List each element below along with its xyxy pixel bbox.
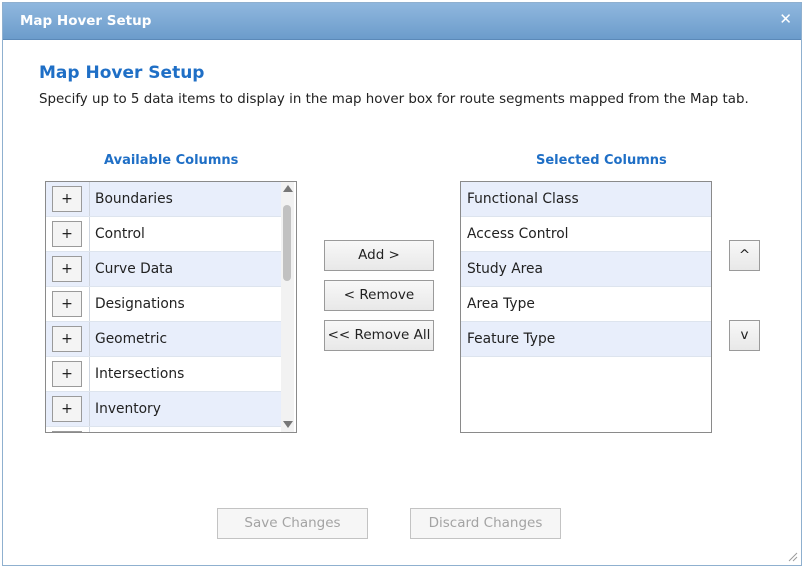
instructions-text: Specify up to 5 data items to display in… bbox=[39, 92, 749, 107]
available-item-intersections[interactable]: + Intersections bbox=[46, 357, 281, 392]
scroll-up-arrow-icon[interactable] bbox=[283, 185, 293, 192]
available-item-partial[interactable] bbox=[46, 427, 281, 432]
selected-item-label: Study Area bbox=[467, 261, 543, 277]
add-item-button[interactable]: + bbox=[52, 396, 82, 422]
selected-item-label: Functional Class bbox=[467, 191, 579, 207]
selected-columns-list[interactable]: Functional Class Access Control Study Ar… bbox=[460, 181, 712, 433]
scrollbar[interactable] bbox=[281, 182, 294, 432]
discard-changes-button[interactable]: Discard Changes bbox=[410, 508, 561, 539]
selected-item-label: Area Type bbox=[467, 296, 535, 312]
row-divider bbox=[89, 392, 90, 426]
available-item-inventory[interactable]: + Inventory bbox=[46, 392, 281, 427]
map-hover-setup-dialog: Map Hover Setup ✕ Map Hover Setup Specif… bbox=[2, 2, 802, 566]
row-divider bbox=[89, 322, 90, 356]
selected-item-study-area[interactable]: Study Area bbox=[461, 252, 711, 287]
selected-item-label: Access Control bbox=[467, 226, 569, 242]
move-down-button[interactable]: v bbox=[729, 320, 760, 351]
scroll-down-arrow-icon[interactable] bbox=[283, 421, 293, 428]
selected-item-area-type[interactable]: Area Type bbox=[461, 287, 711, 322]
add-item-button[interactable]: + bbox=[52, 361, 82, 387]
available-item-label: Designations bbox=[95, 296, 185, 312]
row-divider bbox=[89, 427, 90, 432]
resize-grip-icon[interactable] bbox=[786, 550, 798, 562]
scrollbar-thumb[interactable] bbox=[283, 205, 291, 281]
row-divider bbox=[89, 357, 90, 391]
row-divider bbox=[89, 217, 90, 251]
add-item-button[interactable] bbox=[52, 431, 82, 432]
save-changes-button[interactable]: Save Changes bbox=[217, 508, 368, 539]
row-divider bbox=[89, 287, 90, 321]
close-icon[interactable]: ✕ bbox=[779, 10, 792, 28]
available-item-designations[interactable]: + Designations bbox=[46, 287, 281, 322]
available-item-label: Boundaries bbox=[95, 191, 173, 207]
available-item-geometric[interactable]: + Geometric bbox=[46, 322, 281, 357]
selected-item-functional-class[interactable]: Functional Class bbox=[461, 182, 711, 217]
add-item-button[interactable]: + bbox=[52, 186, 82, 212]
remove-all-button[interactable]: << Remove All bbox=[324, 320, 434, 351]
available-columns-title: Available Columns bbox=[104, 153, 239, 168]
add-item-button[interactable]: + bbox=[52, 221, 82, 247]
available-item-label: Geometric bbox=[95, 331, 168, 347]
row-divider bbox=[89, 182, 90, 216]
available-item-boundaries[interactable]: + Boundaries bbox=[46, 182, 281, 217]
available-item-label: Intersections bbox=[95, 366, 185, 382]
remove-button[interactable]: < Remove bbox=[324, 280, 434, 311]
add-item-button[interactable]: + bbox=[52, 291, 82, 317]
selected-item-access-control[interactable]: Access Control bbox=[461, 217, 711, 252]
row-divider bbox=[89, 252, 90, 286]
available-columns-list[interactable]: + Boundaries + Control + Curve Data + De… bbox=[45, 181, 297, 433]
dialog-title: Map Hover Setup bbox=[20, 13, 152, 29]
available-item-label: Curve Data bbox=[95, 261, 174, 277]
available-item-control[interactable]: + Control bbox=[46, 217, 281, 252]
dialog-titlebar[interactable]: Map Hover Setup ✕ bbox=[3, 3, 801, 40]
available-item-label: Control bbox=[95, 226, 145, 242]
available-item-curve-data[interactable]: + Curve Data bbox=[46, 252, 281, 287]
add-item-button[interactable]: + bbox=[52, 326, 82, 352]
selected-columns-title: Selected Columns bbox=[536, 153, 667, 168]
move-up-button[interactable]: ^ bbox=[729, 240, 760, 271]
add-item-button[interactable]: + bbox=[52, 256, 82, 282]
page-heading: Map Hover Setup bbox=[39, 63, 205, 83]
selected-item-feature-type[interactable]: Feature Type bbox=[461, 322, 711, 357]
selected-item-label: Feature Type bbox=[467, 331, 556, 347]
add-button[interactable]: Add > bbox=[324, 240, 434, 271]
available-item-label: Inventory bbox=[95, 401, 161, 417]
